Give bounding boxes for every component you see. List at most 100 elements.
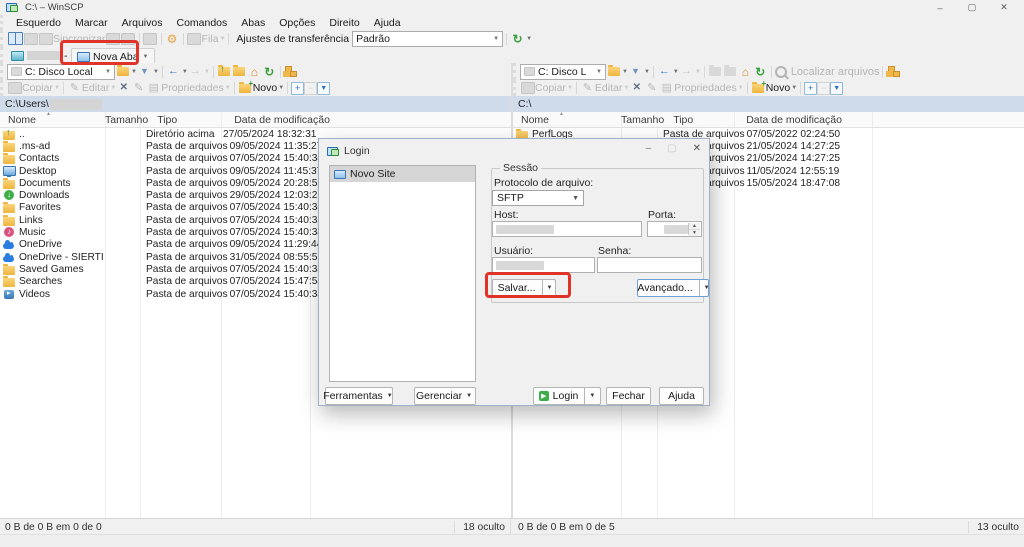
right-drive-combo[interactable]: C: Disco L ▼ — [520, 64, 606, 80]
spin-down-icon[interactable]: ▼ — [689, 230, 700, 236]
spin-up-icon[interactable]: ▲ — [689, 223, 700, 230]
chevron-down-icon[interactable]: ▼ — [526, 36, 532, 42]
parent-directory-icon[interactable] — [217, 65, 232, 79]
port-input[interactable]: ▲▼ — [647, 221, 702, 237]
chevron-down-icon[interactable]: ▼ — [644, 69, 650, 75]
menu-arquivos[interactable]: Arquivos — [115, 17, 170, 29]
chevron-down-icon[interactable]: ▼ — [542, 280, 557, 296]
site-list[interactable]: Novo Site — [329, 165, 476, 382]
advanced-button[interactable]: Avançado... ▼ — [637, 279, 709, 297]
home-directory-icon[interactable]: ⌂ — [738, 65, 753, 79]
column-header-nome[interactable]: Nome — [513, 114, 621, 126]
open-directory-icon[interactable] — [606, 65, 621, 79]
transfer-settings-combo[interactable]: Padrão ▼ — [352, 31, 503, 47]
column-header-tipo[interactable]: Tipo — [151, 114, 232, 126]
file-type: Pasta de arquivos — [140, 264, 228, 275]
right-path-text: C:\ — [518, 98, 531, 110]
menu-marcar[interactable]: Marcar — [68, 17, 115, 29]
menu-abas[interactable]: Abas — [234, 17, 272, 29]
dialog-minimize-icon[interactable]: – — [646, 143, 652, 154]
file-icon — [3, 289, 16, 300]
new-folder-icon[interactable] — [751, 81, 766, 95]
back-icon[interactable]: ← — [657, 65, 672, 79]
file-type: Pasta de arquivos — [140, 166, 228, 177]
left-path-bar[interactable]: C:\Users\ — [0, 96, 511, 112]
selection-filter-icon[interactable]: ▼ — [317, 82, 330, 95]
help-label: Ajuda — [668, 390, 695, 402]
right-status-text: 0 B de 0 B em 0 de 5 — [518, 522, 615, 533]
port-spinner[interactable]: ▲▼ — [688, 223, 700, 235]
select-plus-icon[interactable]: + — [804, 82, 817, 95]
open-directory-icon[interactable] — [115, 65, 130, 79]
select-plus-icon[interactable]: + — [291, 82, 304, 95]
menu-opcoes[interactable]: Opções — [272, 17, 322, 29]
username-input[interactable] — [492, 257, 595, 273]
editar-button: Editar — [82, 82, 109, 94]
home-directory-icon[interactable]: ⌂ — [247, 65, 262, 79]
left-status-text: 0 B de 0 B em 0 de 0 — [5, 522, 102, 533]
minimize-icon[interactable]: – — [924, 0, 956, 15]
dialog-close-icon[interactable]: ✕ — [693, 143, 701, 154]
save-button[interactable]: Salvar... ▼ — [492, 279, 556, 297]
password-input[interactable] — [597, 257, 702, 273]
selection-filter-icon[interactable]: ▼ — [830, 82, 843, 95]
chevron-down-icon[interactable]: ▼ — [278, 85, 284, 91]
left-drive-combo[interactable]: C: Disco Local ▼ — [7, 64, 115, 80]
chevron-down-icon[interactable]: ▼ — [791, 85, 797, 91]
properties-icon: ▤ — [659, 81, 674, 95]
maximize-icon[interactable]: ▢ — [956, 0, 988, 15]
novo-button[interactable]: Novo — [766, 82, 791, 94]
column-header-nome[interactable]: Nome — [0, 114, 105, 126]
file-type: Pasta de arquivos — [140, 227, 228, 238]
column-header-data[interactable]: Data de modificação — [232, 114, 511, 126]
filter-icon[interactable]: ▼ — [137, 65, 152, 79]
site-list-item-selected[interactable]: Novo Site — [330, 166, 475, 182]
column-header-tamanho[interactable]: Tamanho — [105, 114, 151, 126]
column-header-tamanho[interactable]: Tamanho — [621, 114, 667, 126]
file-icon — [3, 190, 16, 201]
file-type: Pasta de arquivos — [140, 202, 228, 213]
host-input[interactable] — [492, 221, 642, 237]
tools-button[interactable]: Ferramentas ▼ — [325, 387, 393, 405]
download-icon — [121, 32, 136, 46]
file-type: Pasta de arquivos — [140, 190, 228, 201]
refresh-icon[interactable]: ↻ — [262, 65, 277, 79]
chevron-down-icon[interactable]: ▼ — [153, 69, 159, 75]
column-header-tipo[interactable]: Tipo — [667, 114, 744, 126]
host-label: Host: — [494, 209, 519, 221]
session-tab-icon — [11, 51, 24, 61]
tree-view-icon[interactable] — [284, 65, 299, 79]
close-button[interactable]: Fechar — [606, 387, 651, 405]
login-button[interactable]: ▶ Login ▼ — [533, 387, 601, 405]
protocol-combo[interactable]: SFTP ▼ — [492, 190, 584, 206]
manage-button[interactable]: Gerenciar ▼ — [414, 387, 476, 405]
file-name: Documents — [19, 178, 71, 189]
transfer-options-icon[interactable]: ↻ — [510, 32, 525, 46]
window-titlebar: C:\ – WinSCP – ▢ ✕ — [0, 0, 1024, 15]
chevron-down-icon[interactable]: ▼ — [584, 388, 599, 404]
column-header-data[interactable]: Data de modificação — [744, 114, 1024, 126]
preferences-gear-icon[interactable]: ⚙ — [165, 32, 180, 46]
login-label: Login — [553, 390, 579, 402]
delete-x-icon[interactable]: ✕ — [629, 81, 644, 95]
refresh-icon[interactable]: ↻ — [753, 65, 768, 79]
menu-comandos[interactable]: Comandos — [169, 17, 234, 29]
menu-direito[interactable]: Direito — [322, 17, 366, 29]
tree-view-icon[interactable] — [886, 65, 901, 79]
close-icon[interactable]: ✕ — [988, 0, 1020, 15]
novo-button[interactable]: Novo — [253, 82, 278, 94]
chevron-down-icon[interactable]: ▼ — [699, 280, 714, 296]
menu-ajuda[interactable]: Ajuda — [367, 17, 408, 29]
root-directory-icon[interactable] — [232, 65, 247, 79]
delete-x-icon[interactable]: ✕ — [116, 81, 131, 95]
file-name: OneDrive — [19, 239, 62, 250]
menu-esquerdo[interactable]: Esquerdo — [9, 17, 68, 29]
new-folder-icon[interactable] — [238, 81, 253, 95]
right-path-bar[interactable]: C:\ — [513, 96, 1024, 112]
toggle-panels-icon[interactable] — [8, 32, 23, 46]
file-type: Diretório acima — [140, 129, 221, 140]
filter-icon[interactable]: ▼ — [628, 65, 643, 79]
upload-icon — [106, 32, 121, 46]
back-icon[interactable]: ← — [166, 65, 181, 79]
help-button[interactable]: Ajuda — [659, 387, 704, 405]
